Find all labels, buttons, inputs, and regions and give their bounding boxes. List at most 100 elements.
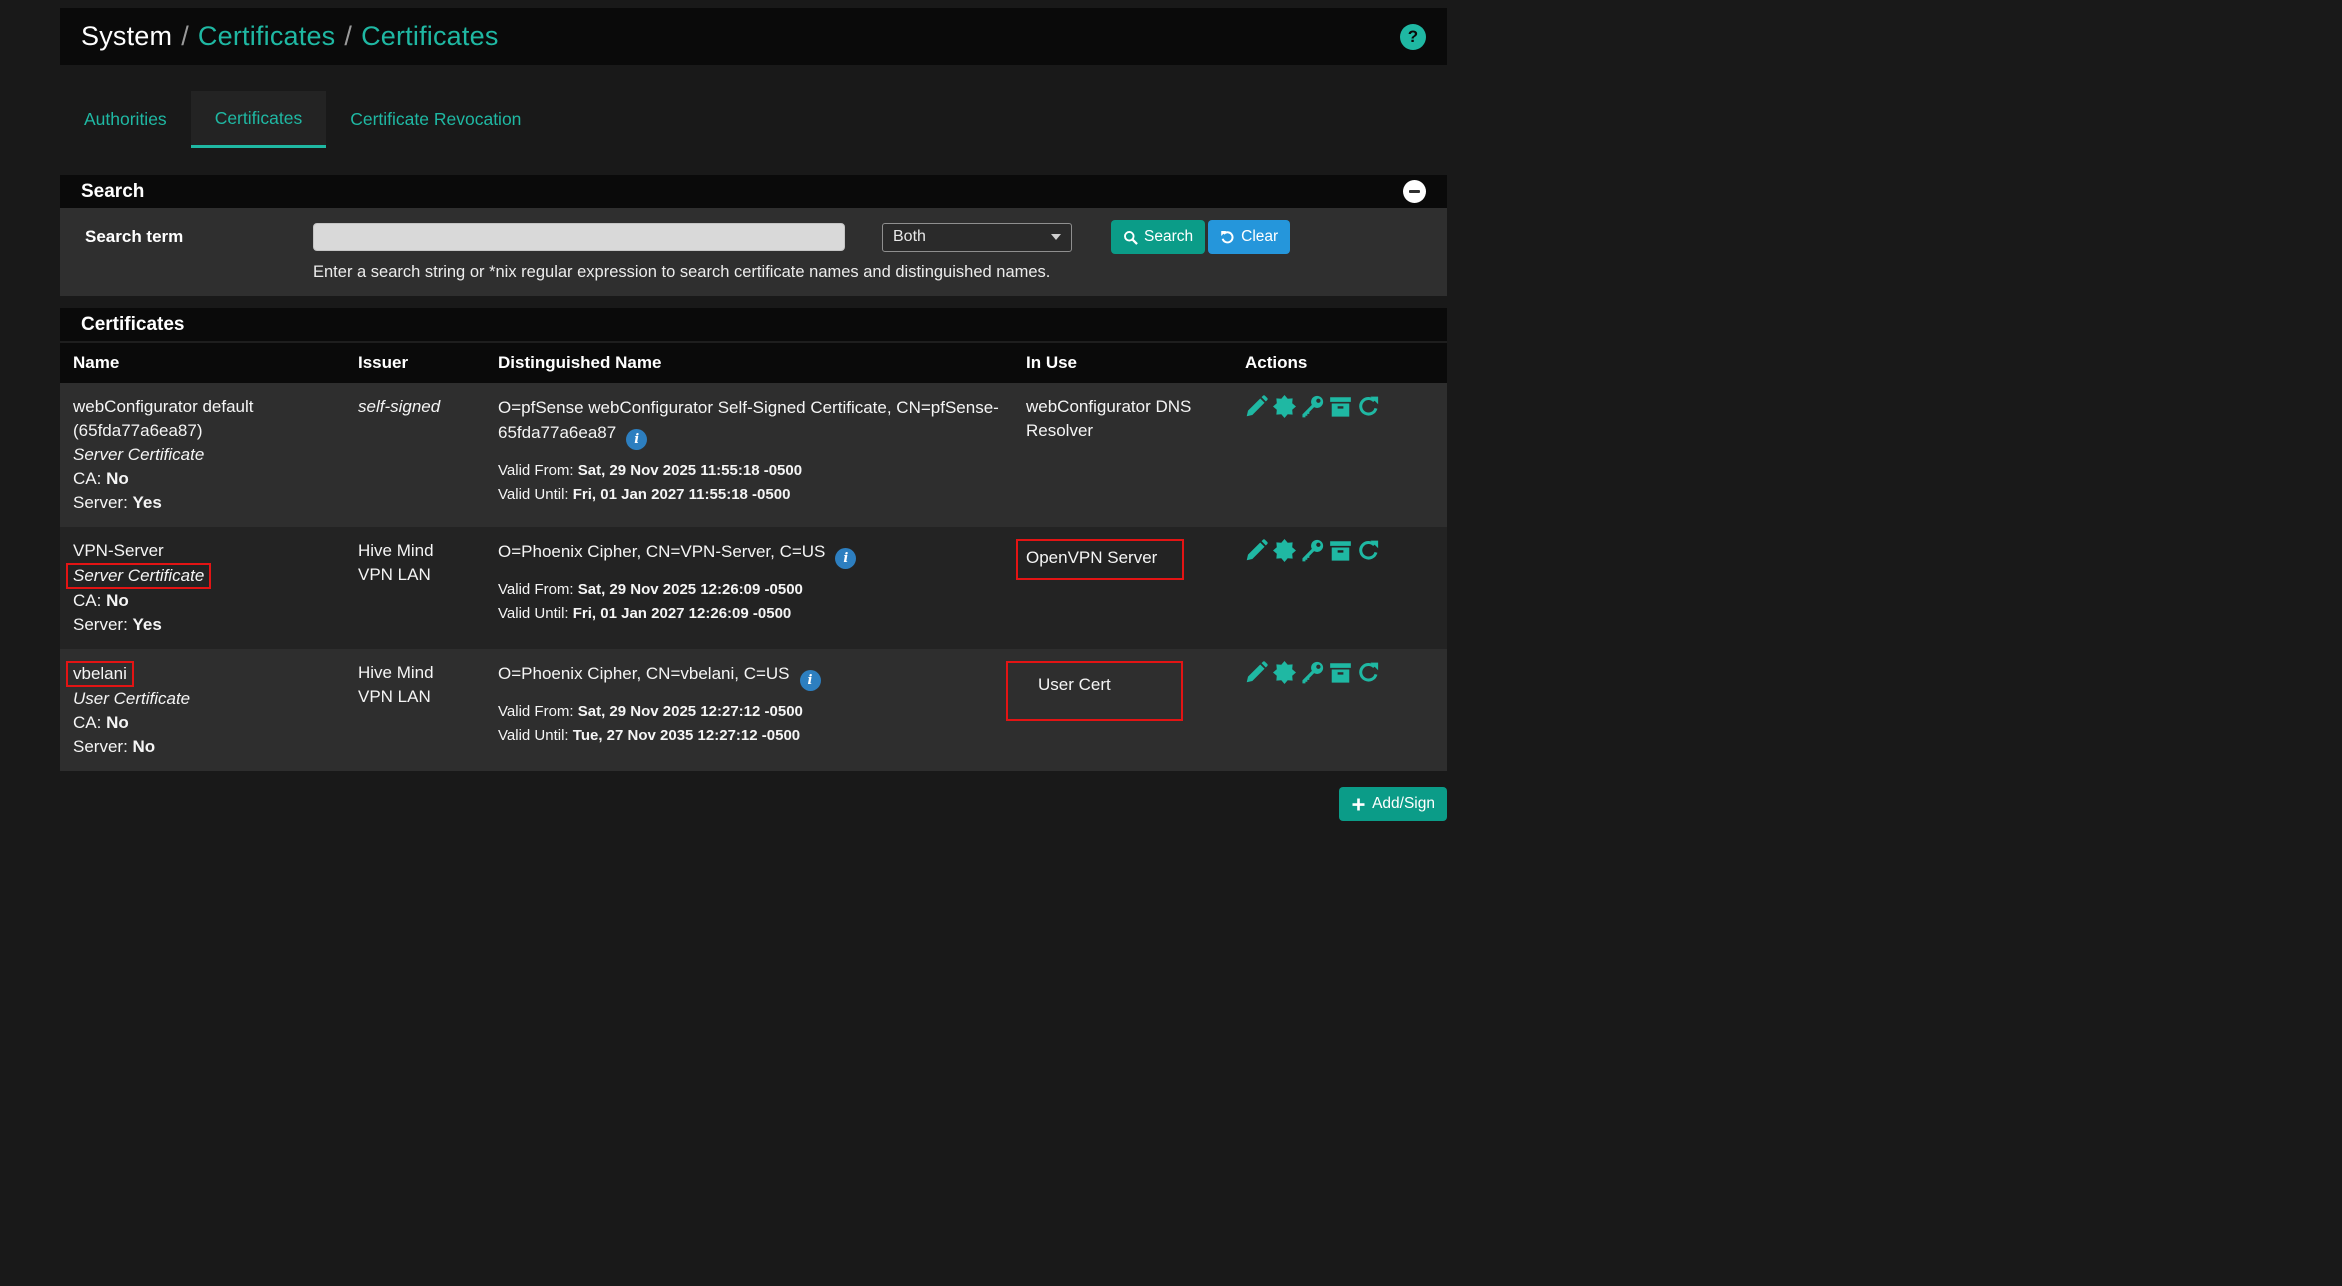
add-sign-button[interactable]: Add/Sign	[1339, 787, 1447, 821]
undo-icon	[1220, 230, 1235, 245]
valid-until-value: Tue, 27 Nov 2035 12:27:12 -0500	[573, 727, 800, 744]
breadcrumb-separator: /	[344, 21, 352, 51]
valid-from-value: Sat, 29 Nov 2025 12:26:09 -0500	[578, 581, 803, 598]
valid-from-label: Valid From:	[498, 581, 574, 598]
clear-button-label: Clear	[1241, 228, 1278, 246]
ca-label: CA:	[73, 591, 101, 610]
ca-label: CA:	[73, 713, 101, 732]
valid-from-value: Sat, 29 Nov 2025 11:55:18 -0500	[578, 462, 802, 479]
distinguished-name: O=Phoenix Cipher, CN=VPN-Server, C=US	[498, 542, 825, 561]
search-help-text: Enter a search string or *nix regular ex…	[313, 263, 1427, 282]
search-scope-select[interactable]: Both	[882, 223, 1072, 252]
tab-certificates[interactable]: Certificates	[191, 91, 327, 148]
in-use-value: OpenVPN Server	[1026, 548, 1157, 567]
table-row: VPN-Server Server Certificate CA: No Ser…	[60, 527, 1447, 649]
tab-bar: Authorities Certificates Certificate Rev…	[60, 91, 1447, 148]
info-icon[interactable]: i	[800, 670, 821, 691]
server-value: Yes	[133, 493, 162, 512]
pfsense-certificates-page: System / Certificates / Certificates ? Autho…	[60, 8, 1447, 821]
valid-until-label: Valid Until:	[498, 486, 569, 503]
search-term-label: Search term	[85, 227, 313, 247]
certificates-panel-header: Certificates	[60, 308, 1447, 341]
cert-type: Server Certificate	[73, 443, 332, 467]
breadcrumb-system: System	[81, 21, 172, 51]
add-sign-label: Add/Sign	[1372, 795, 1435, 813]
in-use-value: User Cert	[1038, 675, 1111, 694]
edit-pencil-icon[interactable]	[1245, 539, 1268, 562]
table-row: webConfigurator default (65fda77a6ea87) …	[60, 383, 1447, 527]
valid-from-label: Valid From:	[498, 703, 574, 720]
export-certificate-seal-icon[interactable]	[1273, 661, 1296, 684]
search-scope-value: Both	[893, 228, 926, 246]
cert-name: webConfigurator default (65fda77a6ea87)	[73, 395, 332, 443]
table-row: vbelani User Certificate CA: No Server: …	[60, 649, 1447, 771]
edit-pencil-icon[interactable]	[1245, 661, 1268, 684]
cert-type: Server Certificate	[73, 566, 204, 585]
annotation-box-vbelani: vbelani	[66, 661, 134, 687]
footer-actions: Add/Sign	[60, 787, 1447, 821]
edit-pencil-icon[interactable]	[1245, 395, 1268, 418]
export-key-icon[interactable]	[1301, 661, 1324, 684]
tab-certificate-revocation[interactable]: Certificate Revocation	[326, 91, 545, 148]
valid-until-label: Valid Until:	[498, 727, 569, 744]
cert-type: User Certificate	[73, 687, 332, 711]
breadcrumb: System / Certificates / Certificates ?	[60, 8, 1447, 65]
breadcrumb-text: System / Certificates / Certificates	[81, 21, 499, 52]
help-icon[interactable]: ?	[1400, 24, 1426, 50]
distinguished-name: O=Phoenix Cipher, CN=vbelani, C=US	[498, 664, 790, 683]
cert-name: VPN-Server	[73, 539, 332, 563]
ca-value: No	[106, 713, 129, 732]
clear-button[interactable]: Clear	[1208, 220, 1290, 254]
col-header-issuer: Issuer	[345, 343, 485, 383]
magnifier-icon	[1123, 230, 1138, 245]
info-icon[interactable]: i	[626, 429, 647, 450]
server-label: Server:	[73, 493, 128, 512]
search-panel: Search Search term Both Search Clear	[60, 175, 1447, 296]
export-key-icon[interactable]	[1301, 395, 1324, 418]
export-p12-archive-icon[interactable]	[1329, 661, 1352, 684]
server-value: Yes	[133, 615, 162, 634]
search-button[interactable]: Search	[1111, 220, 1205, 254]
chevron-down-icon	[1051, 234, 1061, 240]
valid-from-value: Sat, 29 Nov 2025 12:27:12 -0500	[578, 703, 803, 720]
export-certificate-seal-icon[interactable]	[1273, 395, 1296, 418]
tab-authorities[interactable]: Authorities	[60, 91, 191, 148]
ca-value: No	[106, 591, 129, 610]
server-label: Server:	[73, 737, 128, 756]
ca-label: CA:	[73, 469, 101, 488]
ca-value: No	[106, 469, 129, 488]
search-input[interactable]	[313, 223, 845, 251]
annotation-box-user-cert: User Cert	[1006, 661, 1183, 721]
annotation-box-openvpn-server: OpenVPN Server	[1016, 539, 1184, 580]
valid-until-label: Valid Until:	[498, 605, 569, 622]
export-certificate-seal-icon[interactable]	[1273, 539, 1296, 562]
renew-redo-icon[interactable]	[1357, 661, 1380, 684]
valid-from-label: Valid From:	[498, 462, 574, 479]
export-key-icon[interactable]	[1301, 539, 1324, 562]
export-p12-archive-icon[interactable]	[1329, 539, 1352, 562]
renew-redo-icon[interactable]	[1357, 395, 1380, 418]
valid-until-value: Fri, 01 Jan 2027 11:55:18 -0500	[573, 486, 791, 503]
info-glyph: i	[808, 668, 813, 693]
server-value: No	[133, 737, 156, 756]
search-button-label: Search	[1144, 228, 1193, 246]
info-icon[interactable]: i	[835, 548, 856, 569]
certificates-panel-title: Certificates	[81, 314, 185, 336]
plus-icon	[1351, 797, 1366, 812]
col-header-distinguished-name: Distinguished Name	[485, 343, 1013, 383]
renew-redo-icon[interactable]	[1357, 539, 1380, 562]
search-panel-header: Search	[60, 175, 1447, 208]
in-use-value: webConfigurator DNS Resolver	[1026, 395, 1218, 443]
export-p12-archive-icon[interactable]	[1329, 395, 1352, 418]
issuer: Hive Mind VPN LAN	[358, 541, 434, 584]
breadcrumb-certificates-page-link[interactable]: Certificates	[361, 21, 498, 51]
issuer: self-signed	[358, 397, 440, 416]
collapse-panel-icon[interactable]	[1403, 180, 1426, 203]
search-panel-title: Search	[81, 181, 144, 203]
info-glyph: i	[843, 546, 848, 571]
breadcrumb-certificates-link[interactable]: Certificates	[198, 21, 335, 51]
annotation-box-server-certificate: Server Certificate	[66, 563, 211, 589]
distinguished-name: O=pfSense webConfigurator Self-Signed Ce…	[498, 398, 999, 442]
breadcrumb-separator: /	[181, 21, 189, 51]
col-header-in-use: In Use	[1013, 343, 1232, 383]
